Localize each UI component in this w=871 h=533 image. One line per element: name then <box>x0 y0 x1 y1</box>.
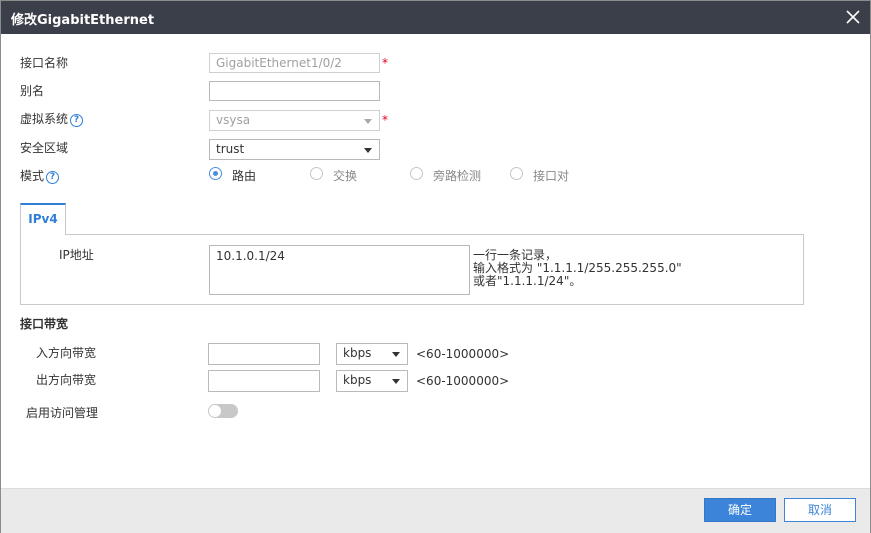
outbound-range-hint: <60-1000000> <box>416 374 510 388</box>
interface-name-label: 接口名称 <box>20 56 69 70</box>
virtual-system-label-text: 虚拟系统 <box>20 112 69 126</box>
toggle-knob <box>209 405 221 417</box>
virtual-system-select: vsysa <box>209 110 380 131</box>
mode-option-label: 旁路检测 <box>433 169 482 183</box>
chevron-down-icon <box>364 119 372 124</box>
close-icon[interactable] <box>844 8 862 26</box>
mode-label: 模式? <box>20 167 60 184</box>
mode-radio-bypass[interactable] <box>410 167 423 180</box>
hint-line: 或者"1.1.1.1/24"。 <box>473 274 582 288</box>
required-marker: * <box>382 56 388 70</box>
tab-ipv4[interactable]: IPv4 <box>20 203 66 235</box>
mode-option-label: 交换 <box>333 169 358 183</box>
chevron-down-icon <box>392 352 400 357</box>
cancel-button[interactable]: 取消 <box>784 498 856 522</box>
mode-option-label: 接口对 <box>533 169 570 183</box>
confirm-button[interactable]: 确定 <box>704 498 776 522</box>
dialog-title: 修改GigabitEthernet <box>11 13 155 28</box>
mode-radio-pair[interactable] <box>510 167 523 180</box>
inbound-bandwidth-field[interactable] <box>208 343 320 365</box>
dialog-titlebar: 修改GigabitEthernet <box>1 1 870 34</box>
inbound-unit-select[interactable]: kbps <box>336 343 408 365</box>
ip-address-label: IP地址 <box>59 248 94 262</box>
required-marker: * <box>382 113 388 127</box>
ip-format-hint: 一行一条记录， 输入格式为 "1.1.1.1/255.255.255.0" 或者… <box>473 249 682 288</box>
interface-name-field: GigabitEthernet1/0/2 <box>209 53 380 73</box>
access-management-label: 启用访问管理 <box>26 406 99 420</box>
inbound-bandwidth-label: 入方向带宽 <box>36 346 97 360</box>
edit-interface-dialog: 修改GigabitEthernet 接口名称 GigabitEthernet1/… <box>0 0 871 533</box>
outbound-unit-value: kbps <box>343 373 372 387</box>
mode-option-label: 路由 <box>232 169 257 183</box>
access-management-toggle[interactable] <box>208 404 238 418</box>
virtual-system-label: 虚拟系统? <box>20 110 84 127</box>
bandwidth-section-title: 接口带宽 <box>20 317 69 331</box>
help-icon[interactable]: ? <box>70 114 84 127</box>
chevron-down-icon <box>392 379 400 384</box>
inbound-range-hint: <60-1000000> <box>416 347 510 361</box>
inbound-unit-value: kbps <box>343 346 372 360</box>
outbound-unit-select[interactable]: kbps <box>336 370 408 392</box>
security-zone-value: trust <box>216 142 245 156</box>
alias-field[interactable] <box>209 81 380 101</box>
ip-address-textarea[interactable]: 10.1.0.1/24 <box>209 245 470 295</box>
mode-radio-switch[interactable] <box>310 167 323 180</box>
security-zone-label: 安全区域 <box>20 141 69 155</box>
mode-label-text: 模式 <box>20 169 45 183</box>
mode-radio-route[interactable] <box>209 167 222 180</box>
security-zone-select[interactable]: trust <box>209 139 380 160</box>
dialog-footer: 确定 取消 <box>1 488 870 533</box>
virtual-system-value: vsysa <box>216 113 251 127</box>
alias-label: 别名 <box>20 84 45 98</box>
outbound-bandwidth-field[interactable] <box>208 370 320 392</box>
chevron-down-icon <box>364 148 372 153</box>
help-icon[interactable]: ? <box>46 171 60 184</box>
outbound-bandwidth-label: 出方向带宽 <box>36 373 97 387</box>
